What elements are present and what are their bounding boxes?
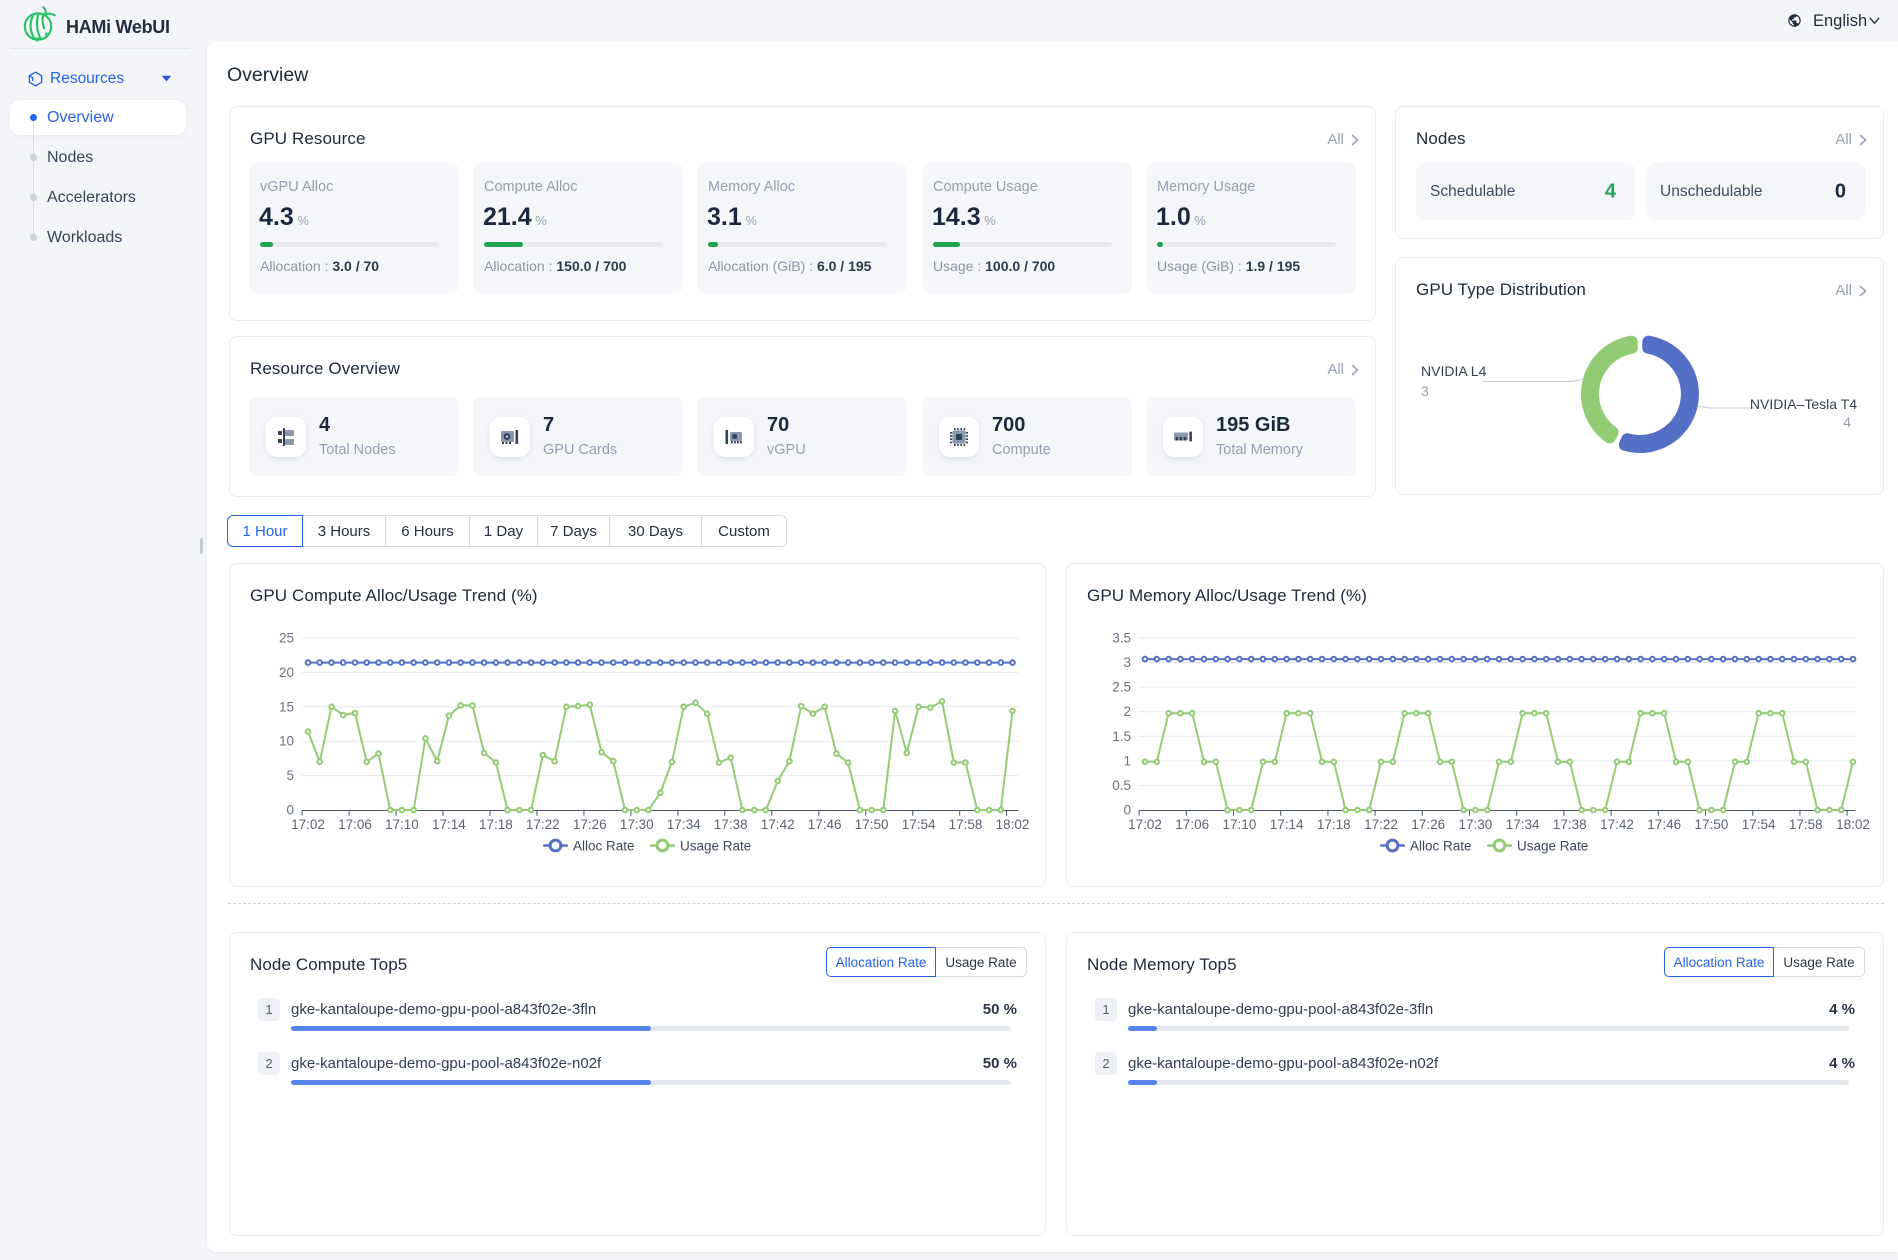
svg-text:18:02: 18:02 [1836,817,1870,832]
svg-text:17:30: 17:30 [620,817,654,832]
svg-text:20: 20 [279,665,294,680]
svg-text:17:14: 17:14 [432,817,466,832]
svg-text:17:58: 17:58 [1789,817,1823,832]
svg-text:17:10: 17:10 [385,817,419,832]
svg-text:17:54: 17:54 [902,817,936,832]
svg-text:17:34: 17:34 [1506,817,1540,832]
svg-text:17:10: 17:10 [1223,817,1257,832]
svg-text:17:22: 17:22 [526,817,560,832]
svg-text:17:26: 17:26 [1411,817,1445,832]
svg-text:17:38: 17:38 [1553,817,1587,832]
svg-text:0: 0 [1123,803,1131,818]
svg-text:17:46: 17:46 [808,817,842,832]
svg-text:17:14: 17:14 [1270,817,1304,832]
svg-text:17:06: 17:06 [338,817,372,832]
svg-text:17:38: 17:38 [714,817,748,832]
svg-text:0: 0 [286,803,294,818]
svg-text:Usage Rate: Usage Rate [680,838,751,853]
svg-text:17:42: 17:42 [761,817,795,832]
svg-text:17:50: 17:50 [855,817,889,832]
svg-text:17:58: 17:58 [949,817,983,832]
svg-text:17:46: 17:46 [1647,817,1681,832]
svg-text:5: 5 [286,768,294,783]
svg-text:10: 10 [279,734,294,749]
svg-text:2.5: 2.5 [1112,680,1131,695]
svg-text:1.5: 1.5 [1112,729,1131,744]
svg-text:3: 3 [1421,383,1429,399]
svg-text:17:50: 17:50 [1695,817,1729,832]
svg-text:17:26: 17:26 [573,817,607,832]
svg-text:15: 15 [279,699,294,714]
svg-text:25: 25 [279,631,294,646]
svg-text:4: 4 [1843,414,1851,430]
svg-text:17:22: 17:22 [1364,817,1398,832]
svg-text:0.5: 0.5 [1112,778,1131,793]
svg-text:2: 2 [1123,704,1131,719]
svg-text:17:18: 17:18 [1317,817,1351,832]
svg-text:17:06: 17:06 [1175,817,1209,832]
svg-text:17:30: 17:30 [1459,817,1493,832]
svg-text:17:18: 17:18 [479,817,513,832]
svg-text:Alloc Rate: Alloc Rate [1410,838,1472,853]
svg-text:Alloc Rate: Alloc Rate [573,838,635,853]
svg-text:17:42: 17:42 [1600,817,1634,832]
svg-text:17:54: 17:54 [1742,817,1776,832]
svg-text:NVIDIA–Tesla T4: NVIDIA–Tesla T4 [1750,396,1857,412]
svg-text:Usage Rate: Usage Rate [1517,838,1588,853]
svg-text:17:34: 17:34 [667,817,701,832]
svg-text:17:02: 17:02 [1128,817,1162,832]
svg-text:18:02: 18:02 [996,817,1030,832]
svg-text:3.5: 3.5 [1112,631,1131,646]
svg-text:1: 1 [1123,753,1131,768]
svg-text:17:02: 17:02 [291,817,325,832]
svg-text:NVIDIA L4: NVIDIA L4 [1421,363,1487,379]
svg-text:3: 3 [1123,655,1131,670]
